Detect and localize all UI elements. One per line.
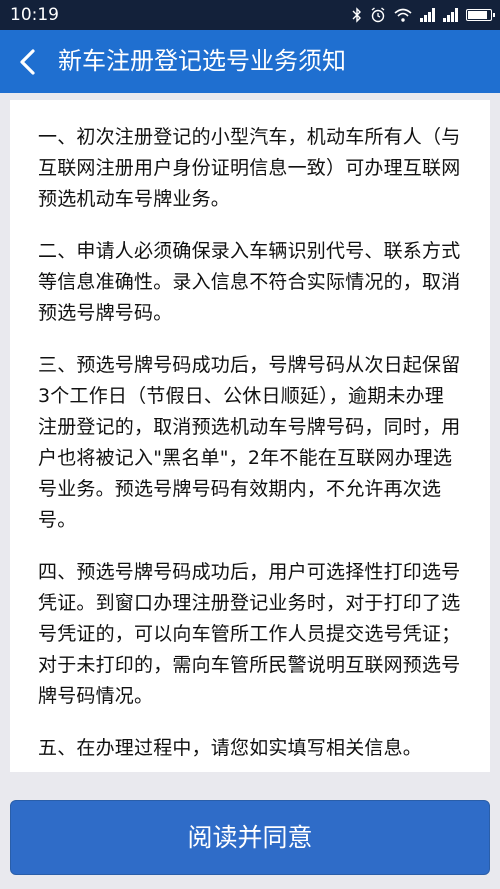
battery-icon [466,9,495,21]
notice-content: 一、初次注册登记的小型汽车，机动车所有人（与互联网注册用户身份证明信息一致）可办… [10,100,490,764]
status-time: 10:19 [10,5,59,25]
status-icons [352,5,495,25]
status-bar: 10:19 [0,0,500,30]
bluetooth-icon [352,7,361,23]
notice-paragraph: 一、初次注册登记的小型汽车，机动车所有人（与互联网注册用户身份证明信息一致）可办… [38,126,461,210]
notice-card[interactable]: 一、初次注册登记的小型汽车，机动车所有人（与互联网注册用户身份证明信息一致）可办… [10,100,490,772]
chevron-left-icon[interactable] [10,42,50,82]
agree-button[interactable]: 阅读并同意 [10,800,490,875]
notice-paragraph: 三、预选号牌号码成功后，号牌号码从次日起保留3个工作日（节假日、公休日顺延），逾… [38,354,461,531]
app-bar: 新车注册登记选号业务须知 [0,30,500,93]
notice-paragraph: 五、在办理过程中，请您如实填写相关信息。 [38,737,423,759]
notice-paragraph: 四、预选号牌号码成功后，用户可选择性打印选号凭证。到窗口办理注册登记业务时，对于… [38,561,461,707]
signal-icon [443,8,458,22]
page-title: 新车注册登记选号业务须知 [58,47,346,75]
signal-icon [420,8,435,22]
alarm-icon [371,7,385,23]
battery-level [468,11,487,19]
notice-paragraph: 二、申请人必须确保录入车辆识别代号、联系方式等信息准确性。录入信息不符合实际情况… [38,240,461,324]
wifi-icon [394,8,412,22]
